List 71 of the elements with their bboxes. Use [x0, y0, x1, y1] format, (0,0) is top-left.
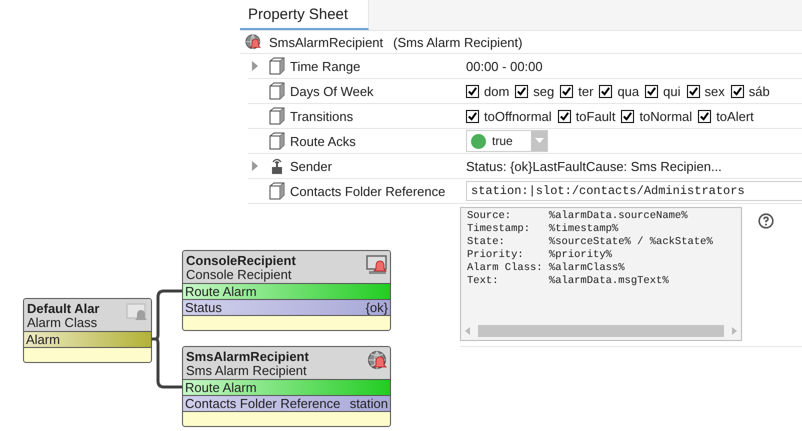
checkbox[interactable] [558, 110, 571, 122]
checkbox[interactable] [686, 84, 700, 98]
property-label: Sender [290, 158, 333, 174]
checkbox-label: seg [533, 84, 554, 98]
slot-name: Status [185, 300, 222, 315]
component-node[interactable]: ConsoleRecipient Console Recipient Route Alarm Status {ok} [182, 250, 391, 331]
cube-icon [268, 82, 286, 100]
slot-row[interactable]: Route Alarm [183, 284, 390, 300]
node-title: ConsoleRecipient [186, 253, 296, 268]
checkbox-label: toNormal [639, 108, 692, 124]
slot-name: Alarm [26, 332, 60, 347]
checkbox[interactable] [466, 84, 479, 98]
text-area[interactable]: Source: %alarmData.sourceName% Timestamp: %timestamp% State: %sourceState% / %ackState% Priority: %priority% Alarm Class: %alarmClass% Text: %alarmData.msgText% [460, 207, 742, 341]
slot-row[interactable]: Alarm [24, 332, 151, 348]
node-type: Console Recipient [186, 268, 292, 282]
property-label: Transitions [290, 108, 354, 124]
checkbox-label: sex [704, 84, 725, 98]
object-name: SmsAlarmRecipient [269, 34, 384, 50]
cube-icon [268, 57, 286, 75]
node-type: Alarm Class [27, 316, 98, 330]
monitor-bell-icon [365, 255, 387, 275]
object-type: (Sms Alarm Recipient) [393, 34, 522, 50]
checkbox-label: toFault [576, 108, 616, 124]
slot-name: Route Alarm [185, 380, 257, 395]
input-field[interactable]: station:|slot:/contacts/Administrators [466, 181, 802, 201]
checkbox[interactable] [599, 84, 612, 98]
monitor-bell-icon [126, 303, 148, 323]
slot-value: station [350, 396, 388, 411]
property-label: Contacts Folder Reference [290, 184, 446, 198]
text-area-content: Source: %alarmData.sourceName% Timestamp: %timestamp% State: %sourceState% / %ackState% Priority: %priority% Alarm Class: %alarmClass% Text: %alarmData.msgText% [466, 209, 714, 289]
checkbox-label: sáb [748, 84, 770, 98]
globe-bell-icon [365, 351, 387, 371]
caret-icon [534, 138, 544, 144]
checkbox-label: toAlert [716, 108, 754, 124]
boolean-dropdown[interactable]: true [466, 130, 548, 152]
property-value: Status: {ok}LastFaultCause: Sms Recipien... [466, 158, 722, 174]
node-title: Default Alar [27, 301, 100, 316]
checkbox[interactable] [698, 110, 712, 122]
checkbox-label: toOffnormal [484, 108, 552, 124]
cube-icon [268, 132, 286, 150]
expand-arrow-icon[interactable] [251, 160, 259, 172]
checkbox[interactable] [515, 84, 528, 98]
checkbox[interactable] [645, 84, 658, 98]
cube-icon [268, 182, 286, 200]
checkbox-label: qui [663, 84, 680, 98]
slot-row[interactable]: Route Alarm [183, 380, 390, 396]
property-value: 00:00 - 00:00 [466, 58, 543, 74]
checkbox[interactable] [730, 84, 744, 98]
checkbox[interactable] [560, 84, 574, 98]
expand-arrow-icon[interactable] [251, 60, 259, 72]
slot-row[interactable]: Contacts Folder Reference station [183, 396, 390, 412]
checkbox-label: qua [617, 84, 640, 98]
component-node[interactable]: Default Alar Alarm Class Alarm [23, 298, 152, 363]
property-label: Days Of Week [290, 84, 375, 98]
property-sheet-tab[interactable]: Property Sheet [240, 0, 369, 30]
checkbox[interactable] [621, 110, 634, 122]
help-icon[interactable] [758, 213, 774, 229]
slot-name: Route Alarm [185, 284, 257, 299]
property-label: Route Acks [290, 134, 357, 148]
checkbox-label: dom [484, 84, 510, 98]
property-label: Time Range [290, 58, 362, 74]
checkbox[interactable] [466, 110, 479, 122]
node-type: Sms Alarm Recipient [186, 364, 307, 378]
slot-value: {ok} [366, 300, 388, 315]
component-node[interactable]: SmsAlarmRecipient Sms Alarm Recipient Route Alarm Contacts Folder Reference station [182, 346, 391, 427]
globe-bell-icon [243, 34, 261, 50]
slot-name: Contacts Folder Reference [185, 396, 340, 411]
slot-row[interactable]: Status {ok} [183, 300, 390, 316]
cube-icon [268, 107, 286, 125]
checkbox-label: ter [578, 84, 594, 98]
node-title: SmsAlarmRecipient [186, 349, 309, 364]
